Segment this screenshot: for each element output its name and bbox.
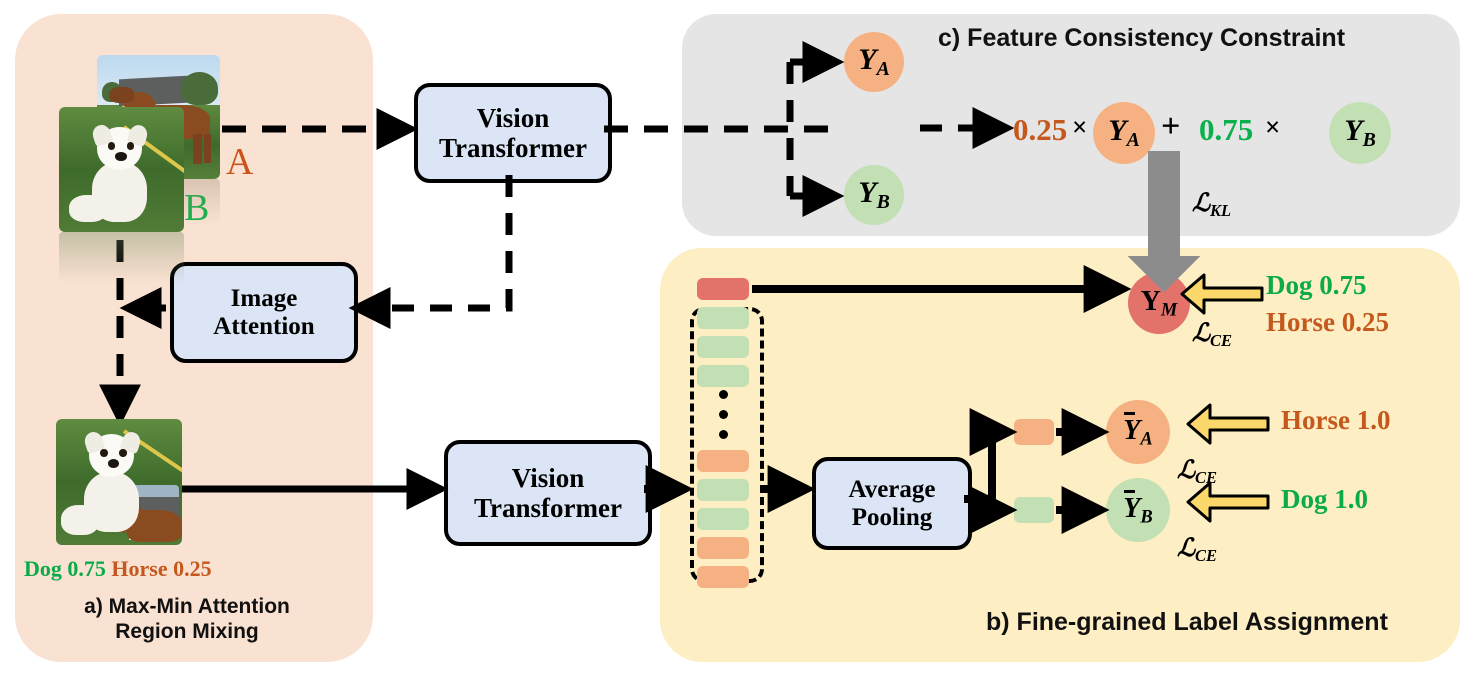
token-a-1 [697,450,749,472]
node-ym: YM [1128,272,1190,334]
node-ya: YA [844,32,904,92]
average-pooling-box[interactable]: Average Pooling [812,457,972,550]
plus-sign: + [1161,108,1181,145]
mixed-photo [56,419,182,545]
pooled-feature-b [1014,497,1054,523]
node-ya-expression: YA [1093,102,1155,164]
gt-ybar-b-dog: Dog 1.0 [1281,484,1368,514]
arrow-vit-to-image-attention [348,175,513,329]
mixed-label-dog: Dog 0.75 [24,556,106,581]
panel-a-title-line2: Region Mixing [115,619,259,643]
dog-photo [59,107,184,232]
node-ybar-b: YB [1106,478,1170,542]
token-b-1 [697,307,749,329]
multiply-sign-1: × [1072,112,1088,142]
vit-top-line2: Transformer [439,133,587,163]
token-b-2 [697,336,749,358]
panel-a-title: a) Max-Min Attention Region Mixing [32,595,342,645]
gt-ym-horse: Horse 0.25 [1266,307,1389,337]
node-yb: YB [844,165,904,225]
vit-bottom-line1: Vision [511,462,585,493]
loss-kl-label: ℒKL [1192,190,1232,220]
vision-transformer-box-top[interactable]: Vision Transformer [414,83,612,183]
token-b-4 [697,479,749,501]
token-b-3 [697,365,749,387]
pooled-feature-a [1014,419,1054,445]
node-yb-expression: YB [1329,102,1391,164]
loss-ce-label-ym: ℒCE [1192,320,1233,350]
mixed-image-label: Dog 0.75 Horse 0.25 [24,556,212,582]
image-attention-line1: Image [230,284,298,312]
cls-token [697,278,749,300]
avgpool-line1: Average [848,475,936,503]
image-attention-box[interactable]: Image Attention [170,262,358,363]
image-label-a: A [226,141,254,183]
panel-c-title: c) Feature Consistency Constraint [938,24,1346,52]
vertical-ellipsis-icon [716,390,730,450]
loss-ce-label-ybar-a: ℒCE [1177,457,1218,487]
vit-top-line1: Vision [476,102,550,133]
loss-ce-label-ybar-b: ℒCE [1177,535,1218,565]
image-attention-line2: Attention [213,312,315,340]
gt-ybar-a-horse: Horse 1.0 [1281,405,1391,435]
mixed-label-horse: Horse 0.25 [111,556,212,581]
token-a-3 [697,566,749,588]
dog-photo-reflection [59,232,184,284]
token-b-5 [697,508,749,530]
weight-a-value: 0.25 [1013,112,1068,147]
panel-a-title-line1: a) Max-Min Attention [84,595,290,618]
vision-transformer-box-bottom[interactable]: Vision Transformer [444,440,652,546]
gt-ym-dog: Dog 0.75 [1266,270,1367,300]
node-ybar-a: YA [1106,400,1170,464]
token-a-2 [697,537,749,559]
vit-bottom-line2: Transformer [474,493,622,523]
weight-b-value: 0.75 [1199,112,1254,147]
multiply-sign-2: × [1265,112,1281,142]
avgpool-line2: Pooling [851,503,933,531]
panel-b-title: b) Fine-grained Label Assignment [986,608,1388,636]
